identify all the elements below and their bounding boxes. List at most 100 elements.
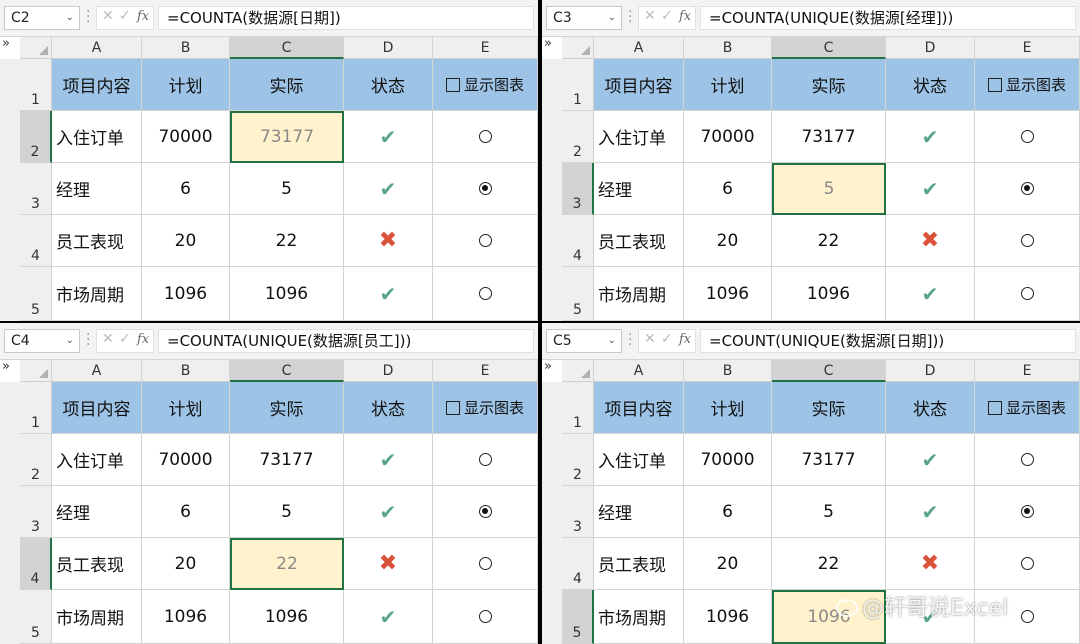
cell-name[interactable]: 员工表现 [594, 538, 684, 590]
enter-icon[interactable]: ✓ [119, 331, 131, 347]
cancel-icon[interactable]: ✕ [102, 8, 114, 24]
cell-status[interactable]: ✔ [886, 486, 975, 538]
enter-icon[interactable]: ✓ [661, 331, 673, 347]
cell-actual[interactable]: 73177 [772, 111, 886, 163]
header-cell-a[interactable]: 项目内容 [594, 59, 684, 111]
cell-plan[interactable]: 6 [142, 163, 230, 215]
cell-radio[interactable] [975, 267, 1080, 321]
expand-icon[interactable]: » [544, 36, 552, 51]
cell-name[interactable]: 市场周期 [52, 267, 142, 321]
active-cell[interactable]: 5 [772, 163, 886, 215]
name-box[interactable]: C5 ⌄ [546, 329, 622, 353]
fx-icon[interactable]: fx [137, 332, 149, 347]
column-header-e[interactable]: E [433, 37, 538, 59]
header-cell-d[interactable]: 状态 [344, 59, 433, 111]
show-chart-checkbox[interactable] [445, 400, 460, 415]
header-cell-a[interactable]: 项目内容 [594, 382, 684, 434]
fx-icon[interactable]: fx [679, 332, 691, 347]
show-chart-checkbox[interactable] [445, 77, 460, 92]
cell-status[interactable]: ✖ [344, 538, 433, 590]
cancel-icon[interactable]: ✕ [644, 331, 656, 347]
radio-button[interactable] [478, 557, 492, 570]
expand-icon[interactable]: » [2, 359, 10, 374]
radio-button[interactable] [1020, 182, 1034, 195]
row-header-2[interactable]: 2 [20, 111, 52, 163]
cell-plan[interactable]: 20 [684, 538, 772, 590]
name-box[interactable]: C4 ⌄ [4, 329, 80, 353]
radio-button[interactable] [478, 182, 492, 195]
header-cell-d[interactable]: 状态 [886, 382, 975, 434]
cell-name[interactable]: 市场周期 [594, 267, 684, 321]
cell-plan[interactable]: 70000 [142, 111, 230, 163]
cell-name[interactable]: 员工表现 [52, 538, 142, 590]
cell-radio[interactable] [433, 215, 538, 267]
cell-status[interactable]: ✔ [886, 267, 975, 321]
cell-status[interactable]: ✔ [344, 267, 433, 321]
column-header-e[interactable]: E [975, 360, 1080, 382]
column-header-a[interactable]: A [52, 360, 142, 382]
cell-plan[interactable]: 70000 [142, 434, 230, 486]
row-header-3[interactable]: 3 [562, 486, 594, 538]
cell-name[interactable]: 经理 [52, 486, 142, 538]
header-cell-b[interactable]: 计划 [684, 382, 772, 434]
select-all-corner[interactable] [562, 37, 594, 59]
cell-name[interactable]: 经理 [52, 163, 142, 215]
row-header-1[interactable]: 1 [20, 382, 52, 434]
cell-actual[interactable]: 22 [230, 215, 344, 267]
header-cell-a[interactable]: 项目内容 [52, 382, 142, 434]
cell-radio[interactable] [975, 434, 1080, 486]
cell-plan[interactable]: 70000 [684, 111, 772, 163]
cell-actual[interactable]: 73177 [772, 434, 886, 486]
name-box[interactable]: C2 ⌄ [4, 6, 80, 30]
select-all-corner[interactable] [20, 360, 52, 382]
cell-status[interactable]: ✔ [886, 163, 975, 215]
cell-actual[interactable]: 1096 [772, 267, 886, 321]
radio-button[interactable] [1020, 557, 1034, 570]
cell-actual[interactable]: 1096 [230, 267, 344, 321]
cell-name[interactable]: 经理 [594, 486, 684, 538]
drag-handle-icon[interactable]: · · · [86, 5, 90, 29]
row-header-1[interactable]: 1 [20, 59, 52, 111]
cell-status[interactable]: ✔ [344, 111, 433, 163]
column-header-d[interactable]: D [344, 37, 433, 59]
column-header-b[interactable]: B [142, 360, 230, 382]
column-header-e[interactable]: E [975, 37, 1080, 59]
cell-radio[interactable] [975, 486, 1080, 538]
header-cell-e[interactable]: 显示图表 [975, 59, 1080, 111]
radio-button[interactable] [1020, 505, 1034, 518]
cell-status[interactable]: ✔ [344, 163, 433, 215]
cell-status[interactable]: ✔ [886, 111, 975, 163]
row-header-2[interactable]: 2 [562, 434, 594, 486]
cell-name[interactable]: 员工表现 [52, 215, 142, 267]
cell-plan[interactable]: 20 [142, 538, 230, 590]
cell-name[interactable]: 市场周期 [594, 590, 684, 644]
cell-status[interactable]: ✔ [344, 486, 433, 538]
header-cell-a[interactable]: 项目内容 [52, 59, 142, 111]
header-cell-c[interactable]: 实际 [772, 59, 886, 111]
column-header-c[interactable]: C [230, 360, 344, 382]
header-cell-c[interactable]: 实际 [772, 382, 886, 434]
radio-button[interactable] [478, 287, 492, 300]
row-header-4[interactable]: 4 [20, 215, 52, 267]
header-cell-b[interactable]: 计划 [142, 59, 230, 111]
row-header-5[interactable]: 5 [562, 590, 594, 644]
cell-radio[interactable] [975, 538, 1080, 590]
header-cell-d[interactable]: 状态 [344, 382, 433, 434]
header-cell-c[interactable]: 实际 [230, 382, 344, 434]
cell-plan[interactable]: 1096 [684, 267, 772, 321]
active-cell[interactable]: 73177 [230, 111, 344, 163]
select-all-corner[interactable] [20, 37, 52, 59]
cell-radio[interactable] [433, 267, 538, 321]
cell-status[interactable]: ✔ [344, 434, 433, 486]
column-header-c[interactable]: C [772, 37, 886, 59]
row-header-3[interactable]: 3 [562, 163, 594, 215]
cell-name[interactable]: 员工表现 [594, 215, 684, 267]
radio-button[interactable] [478, 610, 492, 623]
row-header-2[interactable]: 2 [562, 111, 594, 163]
radio-button[interactable] [1020, 453, 1034, 466]
column-header-a[interactable]: A [594, 37, 684, 59]
row-header-5[interactable]: 5 [20, 590, 52, 644]
radio-button[interactable] [478, 234, 492, 247]
column-header-a[interactable]: A [52, 37, 142, 59]
chevron-down-icon[interactable]: ⌄ [66, 330, 74, 352]
